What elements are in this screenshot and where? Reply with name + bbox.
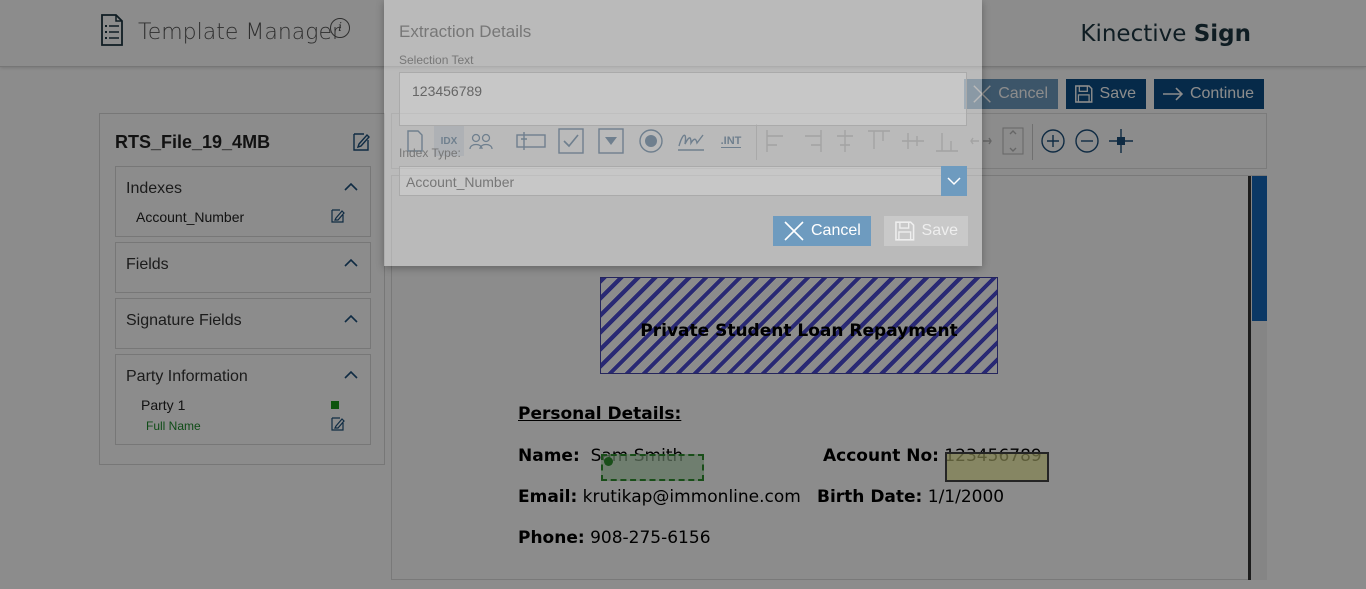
dialog-save-label: Save <box>921 222 958 239</box>
dialog-title: Extraction Details <box>399 22 532 41</box>
selection-text-field[interactable]: 123456789 <box>399 72 967 126</box>
dialog-cancel-label: Cancel <box>811 222 861 239</box>
selection-text-label: Selection Text <box>399 53 474 67</box>
dialog-cancel-button[interactable]: Cancel <box>773 216 871 246</box>
close-icon <box>784 221 804 241</box>
extraction-details-dialog: Extraction Details Selection Text 123456… <box>384 0 982 266</box>
save-icon <box>895 221 915 241</box>
index-type-label: Index Type: <box>399 146 461 160</box>
chevron-down-icon[interactable] <box>941 166 967 196</box>
index-type-select[interactable]: Account_Number <box>399 166 967 196</box>
dialog-save-button[interactable]: Save <box>884 216 968 246</box>
